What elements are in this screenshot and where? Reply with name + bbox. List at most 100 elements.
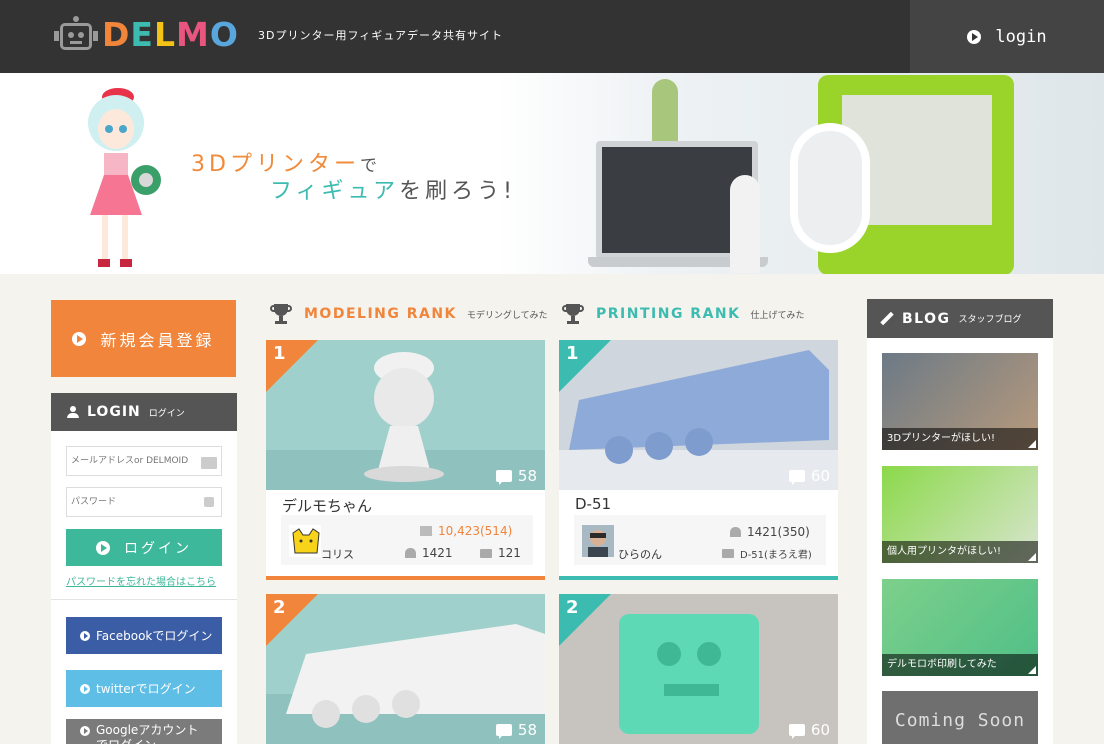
print-title: D-51 [575,495,612,513]
play-circle-icon [96,540,110,555]
site-tagline: 3Dプリンター用フィギュアデータ共有サイト [258,29,504,42]
printing-rank-header: PRINTING RANK 仕上げてみた [562,300,805,328]
site-header: DELMO 3Dプリンター用フィギュアデータ共有サイト login [0,0,1104,73]
printing-rank-card-1[interactable]: 1 60 D-51 ひらのん 1421(350) D-51(まろえ君) [559,340,838,580]
play-circle-icon [72,331,87,346]
user-name: コリス [321,548,354,561]
heart-icon [405,548,416,558]
plant-photo [652,79,678,149]
comment-count: 58 [495,721,537,739]
model-thumbnail: 1 58 [266,340,545,490]
login-subtitle: ログイン [148,408,185,419]
print-thumbnail: 1 60 [559,340,838,490]
lock-icon [204,497,214,507]
play-circle-icon [80,630,90,641]
login-panel: LOGIN ログイン ログイン パスワードを忘れた場合はこちら Facebook… [51,393,237,744]
print-meta: ひらのん 1421(350) D-51(まろえ君) [574,515,826,565]
model-title: デルモちゃん [282,497,373,515]
delmo-character-illustration [88,88,161,267]
modeling-rank-card-2[interactable]: 2 58 [266,594,545,744]
trophy-icon [270,303,292,325]
rank-number: 1 [566,343,579,364]
register-label: 新規会員登録 [100,330,215,350]
blog-panel: 3Dプリンターがほしい! 個人用プリンタがほしい! デルモロボ印刷してみた Co… [867,338,1053,744]
modeling-rank-header: MODELING RANK モデリングしてみた [270,300,548,328]
facebook-login-button[interactable]: Facebookでログイン [66,617,222,654]
play-circle-icon [80,726,90,736]
modeling-rank-subtitle: モデリングしてみた [466,310,548,321]
email-input[interactable] [66,446,222,476]
model-meta: コリス 10,423(514) 1421 121 [281,515,533,565]
blog-subtitle: スタッフブログ [958,315,1022,325]
blog-header: BLOG スタッフブログ [867,299,1053,338]
blog-caption: デルモロボ印刷してみた [882,654,1038,676]
printing-rank-subtitle: 仕上げてみた [750,310,805,321]
comment-bubble-icon [495,470,512,485]
printing-rank-card-2[interactable]: 2 60 [559,594,838,744]
mail-icon [201,457,217,469]
hero-headline-line2: フィギュアを刷ろう! [270,179,516,204]
print-count: 121 [480,546,521,560]
like-count: 1421(350) [730,525,810,539]
heart-icon [730,527,741,537]
comment-bubble-icon [788,470,805,485]
card-accent-bar [266,576,545,580]
twitter-login-label: twitterでログイン [96,682,196,696]
model-thumbnail: 2 58 [266,594,545,744]
user-icon [67,406,79,418]
play-circle-icon [967,29,982,44]
blog-item-3[interactable]: デルモロボ印刷してみた [882,579,1038,676]
modeling-rank-card-1[interactable]: 1 58 デルモちゃん コリス 10,423(514) 1421 121 [266,340,545,580]
print-thumbnail: 2 60 [559,594,838,744]
user-avatar [289,525,321,557]
printing-rank-title: PRINTING RANK [596,306,741,322]
modeling-rank-title: MODELING RANK [304,306,457,322]
login-panel-header: LOGIN ログイン [51,393,237,431]
google-login-button[interactable]: Googleアカウントでログイン [66,719,222,744]
blog-item-2[interactable]: 個人用プリンタがほしい! [882,466,1038,563]
facebook-login-label: Facebookでログイン [96,629,213,643]
print-icon [480,548,492,558]
corner-arrow-icon [1028,440,1036,448]
folder-icon [722,549,734,558]
comment-bubble-icon [788,724,805,739]
site-logo[interactable]: DELMO [54,14,239,54]
corner-arrow-icon [1028,666,1036,674]
blog-caption: 3Dプリンターがほしい! [882,428,1038,450]
comment-count: 60 [788,721,830,739]
comment-count: 60 [788,467,830,485]
user-avatar [582,525,614,557]
comment-count: 58 [495,467,537,485]
login-button[interactable]: ログイン [66,529,222,566]
filament-spool [790,123,870,253]
corner-arrow-icon [1028,553,1036,561]
header-login-button[interactable]: login [910,0,1104,73]
divider [51,599,237,600]
download-icon [420,526,432,536]
logo-text: DELMO [102,14,239,54]
register-button[interactable]: 新規会員登録 [51,300,236,377]
download-count: 10,423(514) [420,524,512,538]
rank-number: 1 [273,343,286,364]
like-count: 1421 [405,546,453,560]
card-accent-bar [559,576,838,580]
hero-banner: 3Dプリンターで フィギュアを刷ろう! [0,73,1104,274]
source-model[interactable]: D-51(まろえ君) [722,546,812,561]
twitter-login-button[interactable]: twitterでログイン [66,670,222,707]
password-input[interactable] [66,487,222,517]
play-circle-icon [80,683,90,694]
google-login-label: Googleアカウントでログイン [96,723,199,744]
blog-title: BLOG [902,310,951,327]
pencil-icon [880,312,894,326]
login-title: LOGIN [87,404,141,420]
comment-bubble-icon [495,724,512,739]
printed-figure-photo [730,175,760,273]
blog-item-1[interactable]: 3Dプリンターがほしい! [882,353,1038,450]
rank-number: 2 [566,597,579,618]
rank-number: 2 [273,597,286,618]
forgot-password-link[interactable]: パスワードを忘れた場合はこちら [66,573,216,588]
header-login-label: login [995,26,1047,47]
robot-logo-icon [54,16,98,52]
user-name: ひらのん [618,548,662,561]
login-button-label: ログイン [124,540,192,557]
